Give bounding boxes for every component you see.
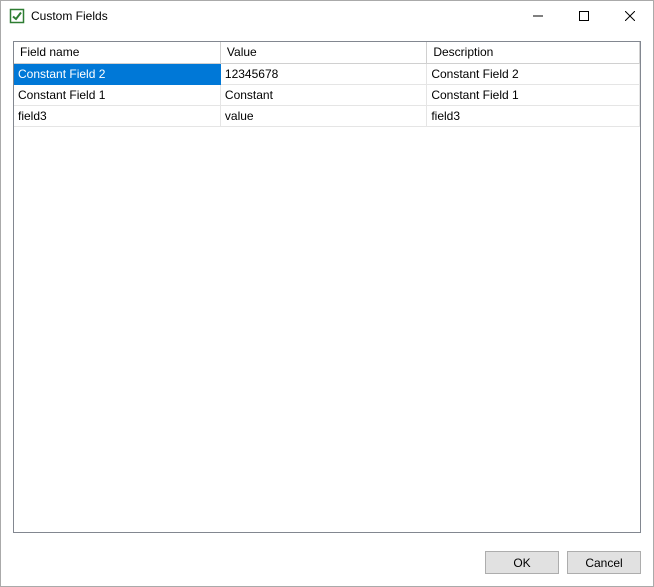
- column-header-description[interactable]: Description: [427, 42, 640, 63]
- minimize-button[interactable]: [515, 1, 561, 31]
- table-row[interactable]: Constant Field 212345678Constant Field 2: [14, 63, 640, 84]
- cell-value[interactable]: 12345678: [220, 63, 426, 84]
- dialog-content: Field name Value Description Constant Fi…: [1, 31, 653, 541]
- window-title: Custom Fields: [31, 9, 515, 23]
- titlebar: Custom Fields: [1, 1, 653, 31]
- ok-button[interactable]: OK: [485, 551, 559, 574]
- column-header-name[interactable]: Field name: [14, 42, 220, 63]
- app-icon-checkmark: [9, 8, 25, 24]
- fields-grid[interactable]: Field name Value Description Constant Fi…: [14, 42, 640, 127]
- cell-name[interactable]: Constant Field 1: [14, 84, 220, 105]
- cell-description[interactable]: Constant Field 1: [427, 84, 640, 105]
- grid-header-row: Field name Value Description: [14, 42, 640, 63]
- table-row[interactable]: field3valuefield3: [14, 105, 640, 126]
- table-row[interactable]: Constant Field 1ConstantConstant Field 1: [14, 84, 640, 105]
- column-header-value[interactable]: Value: [220, 42, 426, 63]
- fields-grid-container: Field name Value Description Constant Fi…: [13, 41, 641, 533]
- cell-name[interactable]: Constant Field 2: [14, 63, 220, 84]
- cell-value[interactable]: Constant: [220, 84, 426, 105]
- maximize-button[interactable]: [561, 1, 607, 31]
- window-controls: [515, 1, 653, 31]
- cell-value[interactable]: value: [220, 105, 426, 126]
- cell-description[interactable]: Constant Field 2: [427, 63, 640, 84]
- dialog-button-bar: OK Cancel: [1, 541, 653, 586]
- cell-description[interactable]: field3: [427, 105, 640, 126]
- cancel-button[interactable]: Cancel: [567, 551, 641, 574]
- cell-name[interactable]: field3: [14, 105, 220, 126]
- close-button[interactable]: [607, 1, 653, 31]
